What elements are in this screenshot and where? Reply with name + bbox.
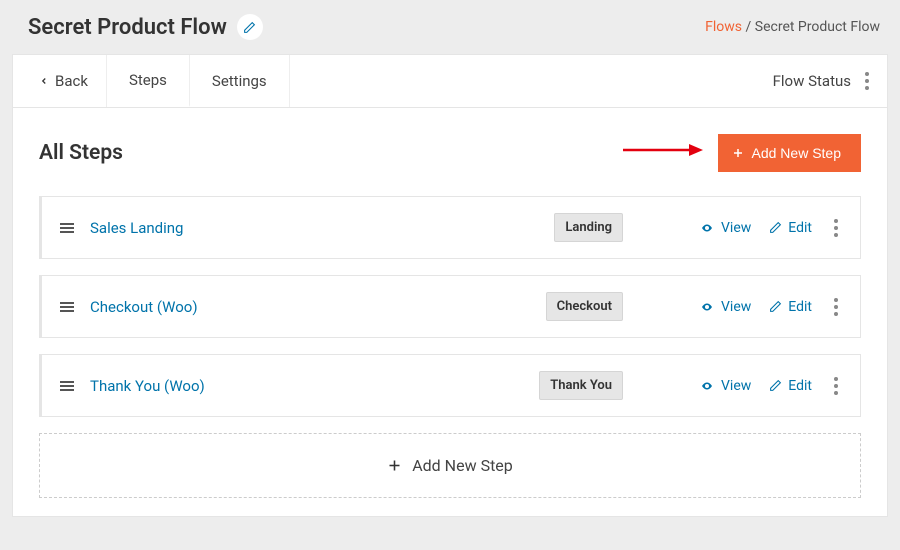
add-new-step-label: Add New Step: [752, 145, 842, 161]
drag-handle-icon[interactable]: [60, 302, 74, 312]
all-steps-heading: All Steps: [39, 141, 123, 165]
breadcrumb: Flows / Secret Product Flow: [705, 19, 880, 35]
step-type-badge: Thank You: [539, 371, 623, 400]
eye-icon: [699, 301, 715, 313]
plus-icon: [732, 147, 744, 159]
dot-icon: [834, 305, 838, 309]
edit-button[interactable]: Edit: [769, 299, 812, 315]
dot-icon: [834, 391, 838, 395]
edit-label: Edit: [788, 220, 812, 236]
plus-icon: [387, 458, 402, 473]
tab-settings[interactable]: Settings: [190, 55, 290, 107]
add-step-row[interactable]: Add New Step: [39, 433, 861, 498]
breadcrumb-root[interactable]: Flows: [705, 19, 742, 35]
eye-icon: [699, 222, 715, 234]
pencil-icon: [243, 21, 256, 34]
eye-icon: [699, 380, 715, 392]
tab-steps-label: Steps: [129, 71, 167, 89]
step-name-link[interactable]: Checkout (Woo): [90, 298, 198, 316]
pencil-icon: [769, 221, 782, 234]
page-title: Secret Product Flow: [28, 15, 227, 40]
step-more-button[interactable]: [830, 373, 842, 399]
step-row: Thank You (Woo) Thank You View Edit: [39, 354, 861, 417]
dot-icon: [865, 86, 869, 90]
view-button[interactable]: View: [699, 220, 751, 236]
step-more-button[interactable]: [830, 215, 842, 241]
dot-icon: [834, 377, 838, 381]
view-label: View: [721, 378, 751, 394]
step-name-link[interactable]: Sales Landing: [90, 219, 183, 237]
dot-icon: [834, 384, 838, 388]
dot-icon: [865, 79, 869, 83]
step-more-button[interactable]: [830, 294, 842, 320]
view-button[interactable]: View: [699, 299, 751, 315]
annotation-arrow-icon: [623, 140, 703, 160]
drag-handle-icon[interactable]: [60, 223, 74, 233]
view-button[interactable]: View: [699, 378, 751, 394]
back-tab[interactable]: Back: [13, 55, 107, 107]
flow-status-button[interactable]: Flow Status: [773, 72, 851, 90]
tabbar: Back Steps Settings Flow Status: [12, 54, 888, 108]
flow-more-button[interactable]: [861, 68, 873, 94]
step-row: Checkout (Woo) Checkout View Edit: [39, 275, 861, 338]
tab-settings-label: Settings: [212, 72, 267, 90]
edit-button[interactable]: Edit: [769, 378, 812, 394]
add-step-row-label: Add New Step: [412, 456, 513, 475]
edit-label: Edit: [788, 299, 812, 315]
step-type-badge: Checkout: [546, 292, 623, 321]
dot-icon: [865, 72, 869, 76]
step-row: Sales Landing Landing View Edit: [39, 196, 861, 259]
add-new-step-button[interactable]: Add New Step: [718, 134, 862, 172]
pencil-icon: [769, 300, 782, 313]
back-label: Back: [55, 72, 88, 90]
dot-icon: [834, 226, 838, 230]
edit-label: Edit: [788, 378, 812, 394]
dot-icon: [834, 312, 838, 316]
step-name-link[interactable]: Thank You (Woo): [90, 377, 205, 395]
view-label: View: [721, 299, 751, 315]
view-label: View: [721, 220, 751, 236]
breadcrumb-sep: /: [742, 19, 755, 35]
step-type-badge: Landing: [554, 213, 623, 242]
pencil-icon: [769, 379, 782, 392]
dot-icon: [834, 219, 838, 223]
edit-button[interactable]: Edit: [769, 220, 812, 236]
breadcrumb-current: Secret Product Flow: [755, 19, 880, 35]
dot-icon: [834, 298, 838, 302]
chevron-left-icon: [39, 75, 49, 87]
dot-icon: [834, 233, 838, 237]
tab-steps[interactable]: Steps: [107, 55, 190, 107]
edit-title-button[interactable]: [237, 14, 263, 40]
drag-handle-icon[interactable]: [60, 381, 74, 391]
